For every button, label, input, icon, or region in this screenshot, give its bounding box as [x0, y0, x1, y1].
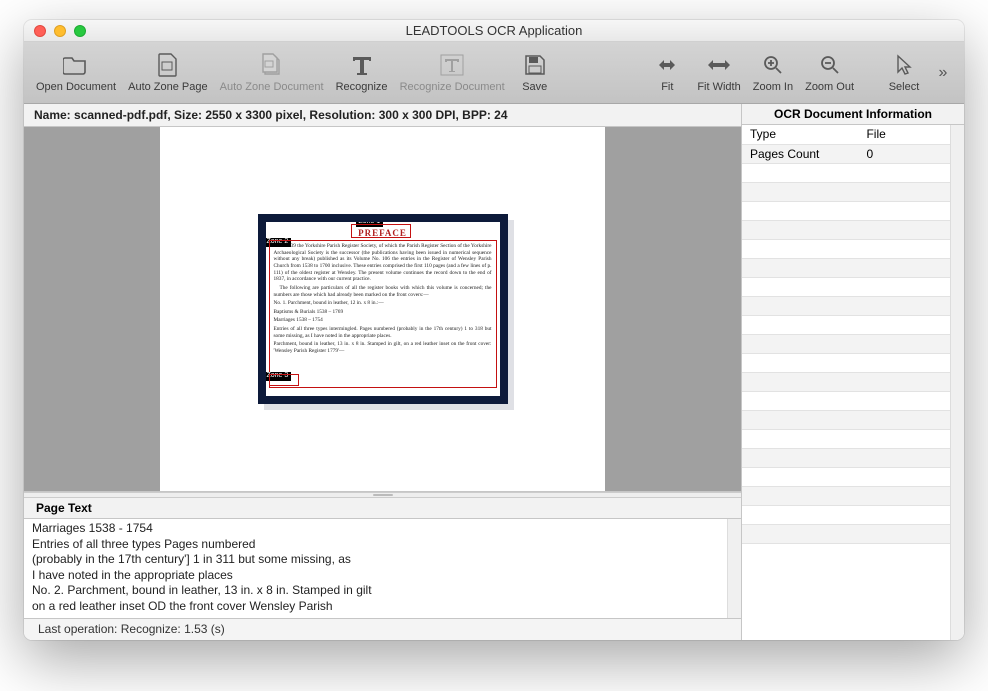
- table-row[interactable]: Type File: [742, 125, 950, 144]
- page-viewer[interactable]: Zone 1 PREFACE Zone 2 Zone 3 In 1939 the…: [24, 127, 741, 492]
- page-text-scrollbar[interactable]: [727, 519, 741, 618]
- open-document-button[interactable]: Open Document: [30, 48, 122, 97]
- viewer-canvas: Zone 1 PREFACE Zone 2 Zone 3 In 1939 the…: [160, 127, 605, 491]
- page-text-body[interactable]: Marriages 1538 - 1754 Entries of all thr…: [24, 519, 727, 618]
- table-row: [742, 296, 950, 315]
- table-row: [742, 239, 950, 258]
- table-row: [742, 372, 950, 391]
- document-zone-icon: [259, 52, 285, 78]
- toolbar-label: Zoom In: [753, 81, 793, 93]
- table-row: [742, 448, 950, 467]
- page-text-line: I have noted in the appropriate places: [32, 568, 719, 584]
- page-text-panel: Page Text Marriages 1538 - 1754 Entries …: [24, 498, 741, 618]
- app-window: LEADTOOLS OCR Application Open Document …: [24, 20, 964, 640]
- table-row: [742, 163, 950, 182]
- save-button[interactable]: Save: [511, 48, 559, 97]
- status-bar: Last operation: Recognize: 1.53 (s): [24, 618, 741, 640]
- right-panel-scrollbar[interactable]: [950, 125, 964, 640]
- fit-width-icon: [706, 52, 732, 78]
- toolbar-label: Recognize Document: [400, 81, 505, 93]
- page-text-header: Page Text: [24, 498, 741, 519]
- table-row[interactable]: Pages Count 0: [742, 144, 950, 163]
- table-row: [742, 220, 950, 239]
- select-tool-button[interactable]: Select: [880, 48, 928, 97]
- table-row: [742, 258, 950, 277]
- recognize-document-button: Recognize Document: [394, 48, 511, 97]
- info-key: Type: [742, 125, 858, 144]
- folder-open-icon: [63, 52, 89, 78]
- titlebar: LEADTOOLS OCR Application: [24, 20, 964, 42]
- toolbar-label: Save: [522, 81, 547, 93]
- info-value: File: [858, 125, 950, 144]
- table-row: [742, 277, 950, 296]
- info-value: 0: [858, 144, 950, 163]
- toolbar-label: Open Document: [36, 81, 116, 93]
- fit-icon: [654, 52, 680, 78]
- chevron-double-right-icon: »: [939, 64, 948, 82]
- text-T-icon: [349, 52, 375, 78]
- toolbar: Open Document Auto Zone Page Auto Zone D…: [24, 42, 964, 104]
- table-row: [742, 429, 950, 448]
- right-pane: OCR Document Information Type File Pages…: [742, 104, 964, 640]
- table-row: [742, 505, 950, 524]
- table-row: [742, 353, 950, 372]
- zone-3-box[interactable]: [269, 374, 299, 386]
- table-row: [742, 315, 950, 334]
- window-title: LEADTOOLS OCR Application: [24, 23, 964, 38]
- table-row: [742, 467, 950, 486]
- toolbar-label: Auto Zone Page: [128, 81, 208, 93]
- main-area: Name: scanned-pdf.pdf, Size: 2550 x 3300…: [24, 104, 964, 640]
- toolbar-label: Zoom Out: [805, 81, 854, 93]
- auto-zone-page-button[interactable]: Auto Zone Page: [122, 48, 214, 97]
- info-key: Pages Count: [742, 144, 858, 163]
- page-zone-icon: [155, 52, 181, 78]
- ocr-info-table: Type File Pages Count 0: [742, 125, 950, 544]
- toolbar-label: Select: [889, 81, 920, 93]
- page-text-line: on a red leather inset OD the front cove…: [32, 599, 719, 615]
- document-page: Zone 1 PREFACE Zone 2 Zone 3 In 1939 the…: [258, 214, 508, 404]
- page-text-line: No. 2. Parchment, bound in leather, 13 i…: [32, 583, 719, 599]
- toolbar-label: Fit Width: [697, 81, 740, 93]
- toolbar-label: Fit: [661, 81, 673, 93]
- save-disk-icon: [522, 52, 548, 78]
- zoom-in-button[interactable]: Zoom In: [747, 48, 799, 97]
- ocr-info-header: OCR Document Information: [742, 104, 964, 125]
- table-row: [742, 334, 950, 353]
- page-text-line: Entries of all three types Pages numbere…: [32, 537, 719, 553]
- table-row: [742, 201, 950, 220]
- zoom-in-icon: [760, 52, 786, 78]
- zone-1-box[interactable]: [351, 224, 411, 238]
- recognize-button[interactable]: Recognize: [330, 48, 394, 97]
- text-T-boxed-icon: [439, 52, 465, 78]
- cursor-arrow-icon: [891, 52, 917, 78]
- table-row: [742, 391, 950, 410]
- zone-2-box[interactable]: [269, 240, 497, 388]
- auto-zone-document-button: Auto Zone Document: [214, 48, 330, 97]
- fit-width-button[interactable]: Fit Width: [691, 48, 746, 97]
- toolbar-overflow-button[interactable]: »: [928, 64, 958, 82]
- table-row: [742, 524, 950, 543]
- left-pane: Name: scanned-pdf.pdf, Size: 2550 x 3300…: [24, 104, 742, 640]
- toolbar-label: Recognize: [336, 81, 388, 93]
- table-row: [742, 182, 950, 201]
- zoom-out-icon: [817, 52, 843, 78]
- toolbar-label: Auto Zone Document: [220, 81, 324, 93]
- page-text-line: Marriages 1538 - 1754: [32, 521, 719, 537]
- fit-button[interactable]: Fit: [643, 48, 691, 97]
- document-info-bar: Name: scanned-pdf.pdf, Size: 2550 x 3300…: [24, 104, 741, 127]
- table-row: [742, 486, 950, 505]
- zoom-out-button[interactable]: Zoom Out: [799, 48, 860, 97]
- table-row: [742, 410, 950, 429]
- page-text-line: (probably in the 17th century'] 1 in 311…: [32, 552, 719, 568]
